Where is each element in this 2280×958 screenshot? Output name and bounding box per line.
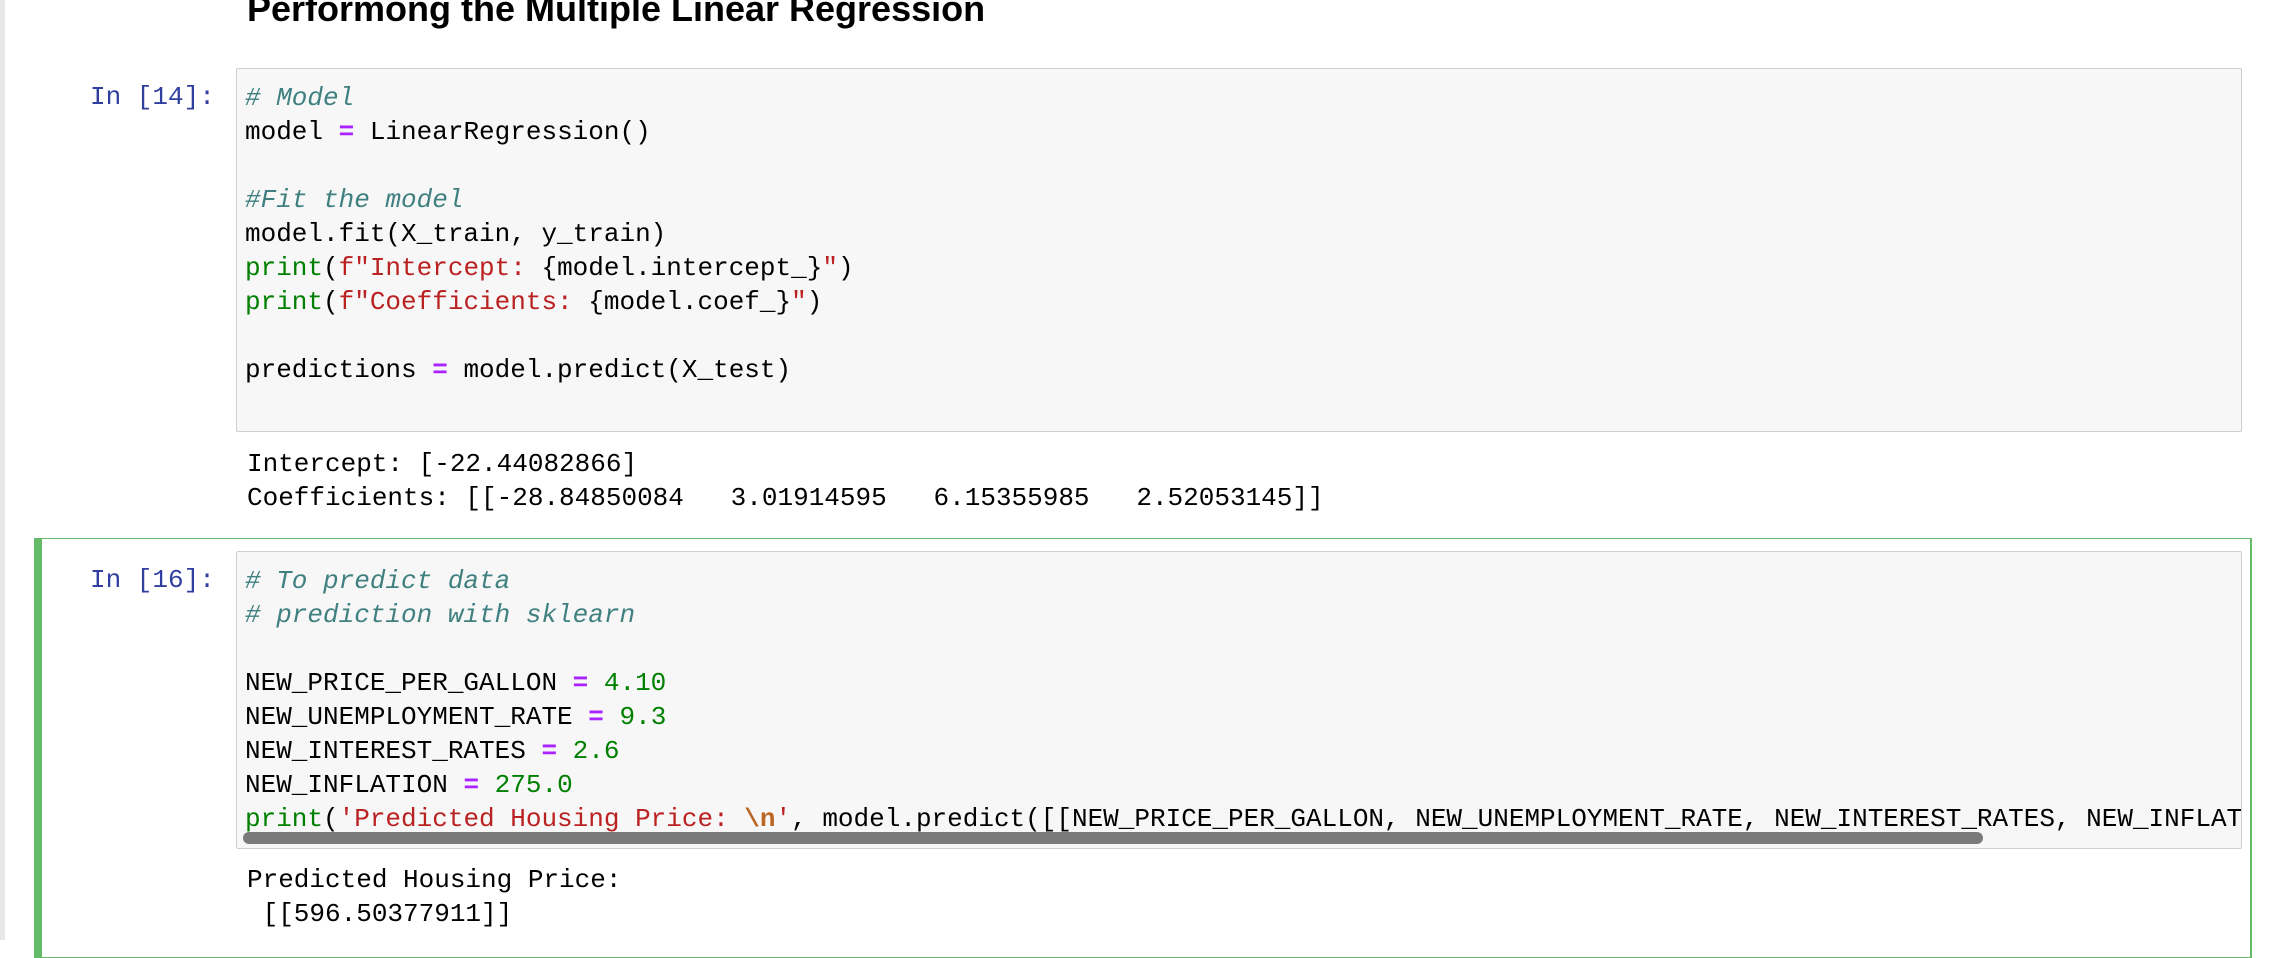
code-line: model.fit(X_train, y_train): [245, 217, 854, 251]
code-token: (: [323, 287, 339, 317]
code-token: (: [323, 804, 339, 834]
section-heading: Performong the Multiple Linear Regressio…: [247, 0, 986, 29]
code-token: f"Intercept:: [338, 253, 542, 283]
output-line: Coefficients: [[-28.84850084 3.01914595 …: [247, 483, 1324, 513]
code-token: ): [806, 287, 823, 317]
code-token: NEW_INFLATION: [245, 770, 464, 800]
code-token: # Model: [245, 83, 355, 113]
code-token: ): [837, 253, 854, 283]
code-token: print: [245, 287, 324, 317]
cell-16-code[interactable]: # To predict data # prediction with sklea…: [245, 564, 2242, 836]
code-line: # To predict data: [245, 564, 2241, 598]
horizontal-scrollbar[interactable]: [243, 832, 1983, 844]
output-line: Predicted Housing Price:: [247, 865, 638, 895]
code-token: 'Predicted Housing Price:: [338, 804, 745, 834]
code-token: NEW_INTEREST_RATES: [245, 736, 542, 766]
code-token: # prediction with sklearn: [245, 600, 636, 630]
code-line: print('Predicted Housing Price: \n', mod…: [245, 802, 2242, 836]
code-token: (: [323, 253, 339, 283]
code-line: # Model: [245, 81, 854, 115]
code-token: 4.10: [603, 668, 667, 698]
code-token: =: [572, 668, 589, 698]
code-token: , model.predict([[NEW_PRICE_PER_GALLON, …: [791, 804, 2242, 834]
code-line: NEW_PRICE_PER_GALLON = 4.10: [245, 666, 2241, 700]
code-line: print(f"Intercept: {model.intercept_}"): [245, 251, 854, 285]
code-token: =: [463, 770, 480, 800]
cell-14-output: Intercept: [-22.44082866] Coefficients: […: [247, 447, 1324, 515]
code-token: f"Coefficients:: [338, 287, 589, 317]
code-line: # prediction with sklearn: [245, 598, 2241, 632]
code-token: model: [245, 117, 339, 147]
code-token: ': [775, 804, 792, 834]
code-token: NEW_PRICE_PER_GALLON: [245, 668, 573, 698]
code-line: NEW_UNEMPLOYMENT_RATE = 9.3: [245, 700, 2241, 734]
code-token: # To predict data: [245, 566, 511, 596]
page-left-edge: [0, 0, 5, 940]
code-token: =: [588, 702, 604, 732]
code-token: model.predict(X_test): [447, 355, 792, 385]
code-line: model = LinearRegression(): [245, 115, 854, 149]
code-token: 2.6: [572, 736, 620, 766]
code-line: NEW_INTEREST_RATES = 2.6: [245, 734, 2241, 768]
cell-14-code[interactable]: # Model model = LinearRegression() #Fit th…: [245, 81, 854, 387]
code-line: predictions = model.predict(X_test): [245, 353, 854, 387]
code-token: ": [822, 253, 838, 283]
code-token: =: [541, 736, 558, 766]
code-token: print: [245, 253, 324, 283]
code-line: #Fit the model: [245, 183, 854, 217]
cell-16-input[interactable]: # To predict data # prediction with sklea…: [236, 551, 2242, 849]
output-line: [[596.50377911]]: [247, 899, 513, 929]
code-token: 275.0: [494, 770, 573, 800]
code-token: {model.intercept_}: [541, 253, 823, 283]
cell-14-input[interactable]: # Model model = LinearRegression() #Fit th…: [236, 68, 2242, 432]
code-line: print(f"Coefficients: {model.coef_}"): [245, 285, 854, 319]
code-token: #Fit the model: [245, 185, 464, 215]
code-token: \n: [744, 804, 776, 834]
cell-16-output: Predicted Housing Price: [[596.50377911]…: [247, 863, 637, 931]
cell-14-prompt: In [14]:: [90, 82, 215, 112]
code-line: NEW_INFLATION = 275.0: [245, 768, 2241, 802]
cell-16-prompt: In [16]:: [90, 565, 215, 595]
code-token: NEW_UNEMPLOYMENT_RATE: [245, 702, 589, 732]
code-token: LinearRegression(): [354, 117, 651, 147]
code-token: {model.coef_}: [588, 287, 792, 317]
code-token: =: [338, 117, 355, 147]
code-token: ": [791, 287, 807, 317]
code-token: print: [245, 804, 324, 834]
output-line: Intercept: [-22.44082866]: [247, 449, 638, 479]
code-token: predictions: [245, 355, 433, 385]
code-token: 9.3: [619, 702, 667, 732]
code-token: model.fit(X_train, y_train): [245, 219, 667, 249]
code-token: =: [432, 355, 448, 385]
